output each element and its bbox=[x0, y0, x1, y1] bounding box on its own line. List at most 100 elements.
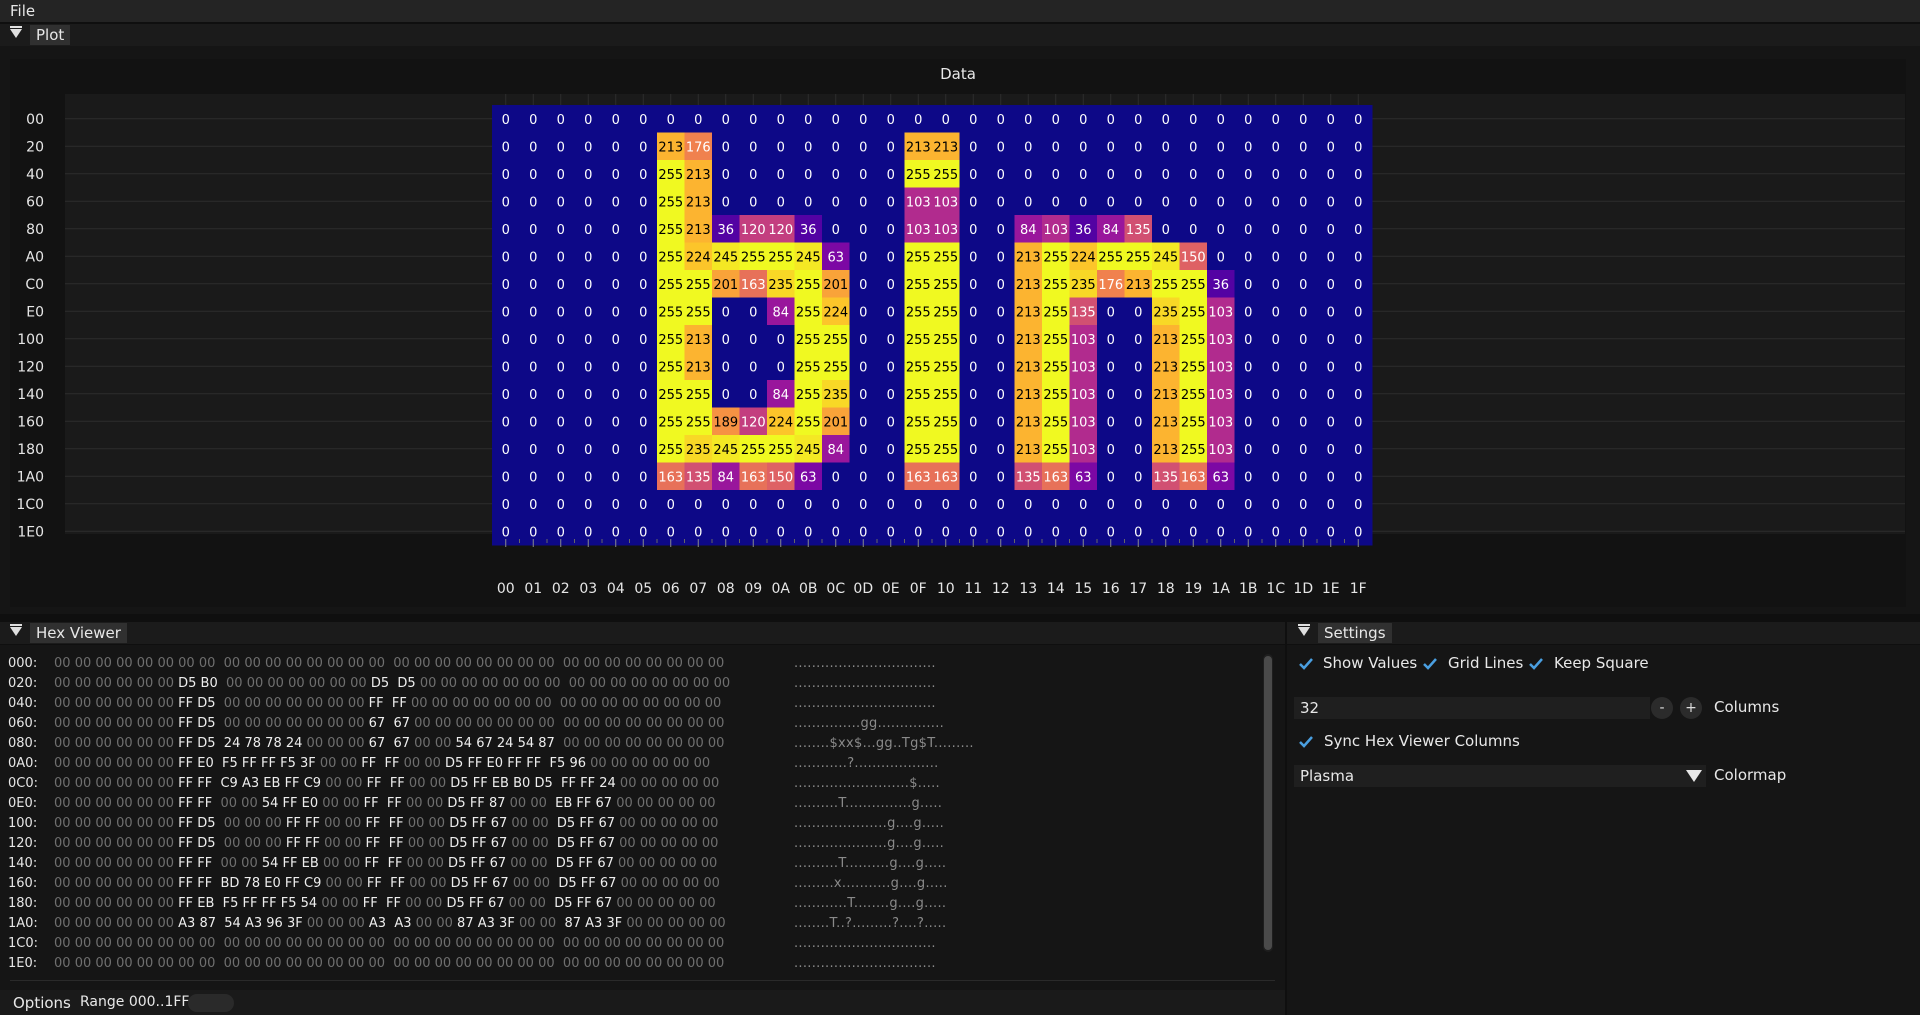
cell-value-label: 0 bbox=[1327, 388, 1335, 403]
hex-row: 0E0: 00 00 00 00 00 00 FF FF 00 00 54 FF … bbox=[8, 794, 942, 814]
x-tick-label: 03 bbox=[579, 581, 597, 597]
cell-value-label: 0 bbox=[859, 113, 867, 128]
range-slider[interactable] bbox=[188, 994, 234, 1012]
cell-value-label: 120 bbox=[768, 223, 793, 238]
file-menu[interactable]: File bbox=[10, 2, 35, 20]
cell-value-label: 0 bbox=[1189, 498, 1197, 513]
chevron-down-icon[interactable] bbox=[1686, 770, 1702, 782]
cell-value-label: 0 bbox=[859, 470, 867, 485]
hex-scrollbar[interactable] bbox=[1263, 654, 1273, 952]
cell-value-label: 0 bbox=[1079, 113, 1087, 128]
show-values-checkbox[interactable] bbox=[1298, 656, 1314, 672]
cell-value-label: 0 bbox=[529, 278, 537, 293]
tab-hex-viewer[interactable]: Hex Viewer bbox=[30, 623, 127, 643]
hex-row: 1C0: 00 00 00 00 00 00 00 00 00 00 00 00 … bbox=[8, 934, 936, 954]
tab-settings[interactable]: Settings bbox=[1318, 623, 1392, 643]
x-tick-label: 11 bbox=[964, 581, 982, 597]
cell-value-label: 255 bbox=[906, 250, 931, 265]
cell-value-label: 213 bbox=[1153, 360, 1178, 375]
collapse-arrow-icon[interactable] bbox=[10, 26, 22, 38]
cell-value-label: 255 bbox=[906, 415, 931, 430]
cell-value-label: 0 bbox=[777, 195, 785, 210]
columns-increment-button[interactable]: + bbox=[1680, 697, 1702, 719]
plot-area[interactable]: Data 0 0 0 0 0 0 0 0 0 0 0 0 0 0 0 0 0 0 0 0 0 0 0 0 0 0 0 0 0 0 0 0 0 0 0 0… bbox=[10, 59, 1906, 607]
cell-value-label: 0 bbox=[832, 223, 840, 238]
cell-value-label: 255 bbox=[933, 443, 958, 458]
cell-value-label: 0 bbox=[1244, 113, 1252, 128]
cell-value-label: 0 bbox=[722, 333, 730, 348]
cell-value-label: 0 bbox=[1354, 360, 1362, 375]
cell-value-label: 84 bbox=[772, 305, 789, 320]
y-tick-label: E0 bbox=[26, 304, 44, 320]
cell-value-label: 135 bbox=[1071, 305, 1096, 320]
cell-value-label: 0 bbox=[584, 250, 592, 265]
tab-plot[interactable]: Plot bbox=[30, 25, 71, 45]
cell-value-label: 0 bbox=[1162, 113, 1170, 128]
collapse-arrow-icon[interactable] bbox=[1298, 624, 1310, 636]
cell-value-label: 0 bbox=[584, 415, 592, 430]
heatmap-chart: Data0 0 0 0 0 0 0 0 0 0 0 0 0 0 0 0 0 0 0 0 0 0 0 0 0 0 0 0 0 0 0 00 0 0 0… bbox=[16, 65, 1905, 597]
x-tick-label: 18 bbox=[1157, 581, 1175, 597]
cell-value-label: 0 bbox=[1299, 250, 1307, 265]
hex-bytes: 00 00 00 00 00 00 FF FF C9 A3 EB FF C9 0… bbox=[54, 776, 720, 791]
cell-value-label: 0 bbox=[1244, 525, 1252, 540]
cell-value-label: 0 bbox=[804, 168, 812, 183]
cell-value-label: 0 bbox=[1272, 360, 1280, 375]
cell-value-label: 163 bbox=[658, 470, 683, 485]
cell-value-label: 213 bbox=[1153, 415, 1178, 430]
colormap-dropdown[interactable]: Plasma bbox=[1294, 765, 1706, 787]
hex-footer: Options Range 000..1FF bbox=[0, 990, 1285, 1015]
cell-value-label: 0 bbox=[859, 415, 867, 430]
cell-value-label: 0 bbox=[1354, 305, 1362, 320]
cell-value-label: 0 bbox=[557, 195, 565, 210]
cell-value-label: 84 bbox=[717, 470, 734, 485]
cell-value-label: 0 bbox=[1079, 498, 1087, 513]
cell-value-label: 0 bbox=[502, 333, 510, 348]
cell-value-label: 0 bbox=[749, 195, 757, 210]
y-tick-label: C0 bbox=[25, 277, 44, 293]
cell-value-label: 0 bbox=[777, 498, 785, 513]
columns-decrement-button[interactable]: - bbox=[1651, 697, 1673, 719]
cell-value-label: 245 bbox=[1153, 250, 1178, 265]
cell-value-label: 255 bbox=[823, 360, 848, 375]
cell-value-label: 0 bbox=[502, 388, 510, 403]
cell-value-label: 135 bbox=[1016, 470, 1041, 485]
hex-ascii: .....................g....g..... bbox=[794, 836, 945, 851]
cell-value-label: 0 bbox=[1052, 498, 1060, 513]
sync-hex-label: Sync Hex Viewer Columns bbox=[1324, 732, 1520, 750]
collapse-arrow-icon[interactable] bbox=[10, 624, 22, 636]
hex-ascii: ................................ bbox=[794, 956, 936, 971]
x-tick-label: 1A bbox=[1212, 581, 1231, 597]
hex-row: 060: 00 00 00 00 00 00 FF D5 00 00 00 00 … bbox=[8, 714, 944, 734]
cell-value-label: 255 bbox=[1181, 278, 1206, 293]
cell-value-label: 0 bbox=[1217, 223, 1225, 238]
cell-value-label: 235 bbox=[1071, 278, 1096, 293]
cell-value-label: 255 bbox=[906, 278, 931, 293]
cell-value-label: 0 bbox=[887, 195, 895, 210]
cell-value-label: 0 bbox=[1327, 168, 1335, 183]
cell-value-label: 213 bbox=[1016, 250, 1041, 265]
cell-value-label: 0 bbox=[557, 360, 565, 375]
cell-value-label: 0 bbox=[1299, 443, 1307, 458]
cell-value-label: 0 bbox=[969, 388, 977, 403]
cell-value-label: 0 bbox=[859, 223, 867, 238]
columns-input[interactable]: 32 bbox=[1294, 697, 1650, 719]
x-tick-label: 02 bbox=[552, 581, 570, 597]
scrollbar-thumb[interactable] bbox=[1264, 656, 1272, 950]
cell-value-label: 201 bbox=[713, 278, 738, 293]
cell-value-label: 0 bbox=[529, 250, 537, 265]
cell-value-label: 0 bbox=[749, 388, 757, 403]
keep-square-checkbox[interactable] bbox=[1528, 656, 1544, 672]
cell-value-label: 0 bbox=[612, 360, 620, 375]
options-button[interactable]: Options bbox=[13, 994, 71, 1012]
sync-hex-checkbox[interactable] bbox=[1298, 734, 1314, 750]
x-tick-label: 1D bbox=[1293, 581, 1313, 597]
hex-row: 0A0: 00 00 00 00 00 00 FF E0 F5 FF FF F5 … bbox=[8, 754, 939, 774]
cell-value-label: 0 bbox=[1354, 223, 1362, 238]
cell-value-label: 0 bbox=[529, 470, 537, 485]
cell-value-label: 0 bbox=[1134, 360, 1142, 375]
grid-lines-checkbox[interactable] bbox=[1422, 656, 1438, 672]
cell-value-label: 0 bbox=[1107, 113, 1115, 128]
hex-bytes: 00 00 00 00 00 00 FF D5 00 00 00 00 00 0… bbox=[54, 696, 722, 711]
hex-row: 0C0: 00 00 00 00 00 00 FF FF C9 A3 EB FF … bbox=[8, 774, 940, 794]
